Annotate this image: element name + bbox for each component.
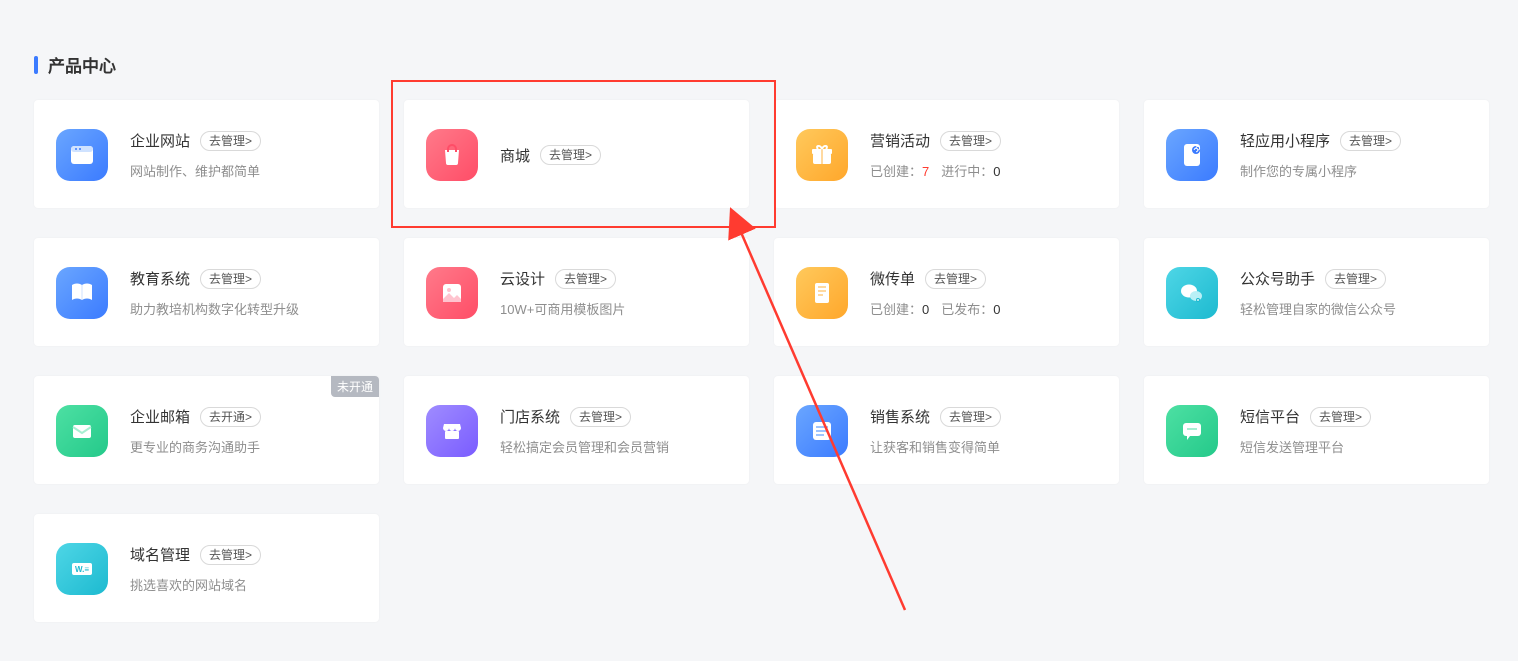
card-title: 公众号助手 <box>1240 268 1315 289</box>
card-miniprogram[interactable]: 轻应用小程序 去管理> 制作您的专属小程序 <box>1144 100 1489 208</box>
card-store[interactable]: 门店系统 去管理> 轻松搞定会员管理和会员营销 <box>404 376 749 484</box>
card-marketing[interactable]: 营销活动 去管理> 已创建：7 进行中：0 <box>774 100 1119 208</box>
card-flyer[interactable]: 微传单 去管理> 已创建：0 已发布：0 <box>774 238 1119 346</box>
card-title: 销售系统 <box>870 406 930 427</box>
manage-button[interactable]: 去管理> <box>940 131 1001 151</box>
message-icon <box>1166 405 1218 457</box>
accent-bar <box>34 56 38 74</box>
card-title: 企业网站 <box>130 130 190 151</box>
manage-button[interactable]: 去管理> <box>1310 407 1371 427</box>
card-mall[interactable]: 商城 去管理> <box>404 100 749 208</box>
list-icon <box>796 405 848 457</box>
card-title: 微传单 <box>870 268 915 289</box>
shopping-bag-icon <box>426 129 478 181</box>
card-sales[interactable]: 销售系统 去管理> 让获客和销售变得简单 <box>774 376 1119 484</box>
card-desc: 制作您的专属小程序 <box>1240 161 1401 180</box>
activate-button[interactable]: 去开通> <box>200 407 261 427</box>
miniprogram-icon <box>1166 129 1218 181</box>
card-sms[interactable]: 短信平台 去管理> 短信发送管理平台 <box>1144 376 1489 484</box>
manage-button[interactable]: 去管理> <box>200 545 261 565</box>
svg-text:W.≡: W.≡ <box>75 565 89 574</box>
card-title: 教育系统 <box>130 268 190 289</box>
card-wechat[interactable]: 公众号助手 去管理> 轻松管理自家的微信公众号 <box>1144 238 1489 346</box>
card-desc: 更专业的商务沟通助手 <box>130 437 261 456</box>
wechat-icon <box>1166 267 1218 319</box>
manage-button[interactable]: 去管理> <box>940 407 1001 427</box>
section-title: 产品中心 <box>48 52 116 77</box>
card-title: 门店系统 <box>500 406 560 427</box>
section-header: 产品中心 <box>34 52 116 77</box>
manage-button[interactable]: 去管理> <box>570 407 631 427</box>
card-title: 轻应用小程序 <box>1240 130 1330 151</box>
card-desc: 10W+可商用模板图片 <box>500 299 625 318</box>
card-desc: 轻松管理自家的微信公众号 <box>1240 299 1396 318</box>
card-title: 短信平台 <box>1240 406 1300 427</box>
card-desc: 助力教培机构数字化转型升级 <box>130 299 299 318</box>
card-desc: 挑选喜欢的网站域名 <box>130 575 261 594</box>
gift-icon <box>796 129 848 181</box>
flyer-icon <box>796 267 848 319</box>
store-icon <box>426 405 478 457</box>
card-stats: 已创建：7 进行中：0 <box>870 161 1001 180</box>
domain-icon: W.≡ <box>56 543 108 595</box>
manage-button[interactable]: 去管理> <box>1325 269 1386 289</box>
image-icon <box>426 267 478 319</box>
manage-button[interactable]: 去管理> <box>200 269 261 289</box>
manage-button[interactable]: 去管理> <box>540 145 601 165</box>
card-title: 企业邮箱 <box>130 406 190 427</box>
card-desc: 短信发送管理平台 <box>1240 437 1371 456</box>
card-mail[interactable]: 未开通 企业邮箱 去开通> 更专业的商务沟通助手 <box>34 376 379 484</box>
card-title: 域名管理 <box>130 544 190 565</box>
card-desc: 让获客和销售变得简单 <box>870 437 1001 456</box>
window-icon <box>56 129 108 181</box>
card-domain[interactable]: W.≡ 域名管理 去管理> 挑选喜欢的网站域名 <box>34 514 379 622</box>
card-education[interactable]: 教育系统 去管理> 助力教培机构数字化转型升级 <box>34 238 379 346</box>
card-website[interactable]: 企业网站 去管理> 网站制作、维护都简单 <box>34 100 379 208</box>
not-activated-badge: 未开通 <box>331 376 379 397</box>
product-grid: 企业网站 去管理> 网站制作、维护都简单 商城 去管理> 营销活动 去管理> <box>34 100 1498 622</box>
card-desc: 轻松搞定会员管理和会员营销 <box>500 437 669 456</box>
card-desc: 网站制作、维护都简单 <box>130 161 261 180</box>
manage-button[interactable]: 去管理> <box>200 131 261 151</box>
card-title: 云设计 <box>500 268 545 289</box>
manage-button[interactable]: 去管理> <box>555 269 616 289</box>
card-design[interactable]: 云设计 去管理> 10W+可商用模板图片 <box>404 238 749 346</box>
manage-button[interactable]: 去管理> <box>925 269 986 289</box>
book-icon <box>56 267 108 319</box>
card-stats: 已创建：0 已发布：0 <box>870 299 1001 318</box>
card-title: 营销活动 <box>870 130 930 151</box>
card-title: 商城 <box>500 145 530 166</box>
mail-icon <box>56 405 108 457</box>
manage-button[interactable]: 去管理> <box>1340 131 1401 151</box>
